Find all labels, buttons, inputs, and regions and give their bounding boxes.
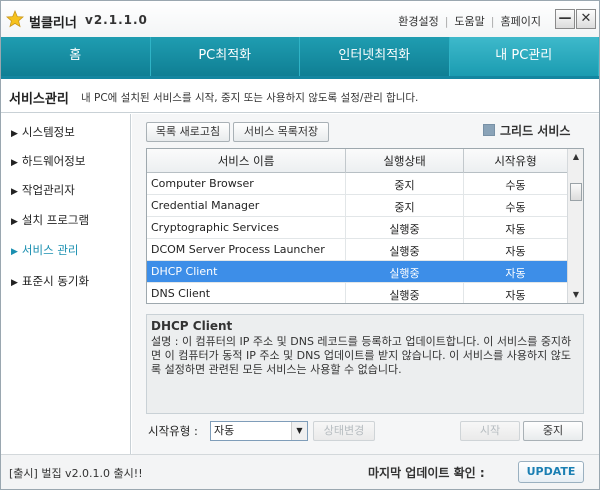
sidebar-item-label: 작업관리자 [21,183,75,197]
column-header-status[interactable]: 실행상태 [346,153,463,169]
status-cell: 실행중 [389,223,420,236]
section-header: 서비스관리 내 PC에 설치된 서비스를 시작, 중지 또는 사용하지 않도록 … [1,79,599,113]
scroll-up-icon[interactable]: ▲ [568,149,583,165]
save-service-list-button[interactable]: 서비스 목록저장 [233,122,329,142]
sidebar: ▶ 시스템정보 ▶ 하드웨어정보 ▶ 작업관리자 ▶ 설치 프로그램 ▶ 서비스 관리 ▶… [1,114,131,454]
settings-link[interactable]: 환경설정 [398,15,438,28]
scroll-thumb[interactable] [570,183,582,201]
tab-pc-optimize[interactable]: PC최적화 [150,37,300,77]
top-links: 환경설정 | 도움말 | 홈페이지 [398,13,541,29]
start-type-select[interactable]: 자동 ▼ [210,421,308,441]
start-service-button[interactable]: 시작 [460,421,520,441]
table-row[interactable]: DCOM Server Process Launcher 실행중 자동 [147,239,567,261]
change-state-button[interactable]: 상태변경 [313,421,375,441]
arrow-right-icon: ▶ [11,158,18,168]
update-button[interactable]: UPDATE [518,461,584,483]
sidebar-item-task-manager[interactable]: ▶ 작업관리자 [11,182,75,198]
selected-service-description: 설명 : 이 컴퓨터의 IP 주소 및 DNS 레코드를 등록하고 업데이트합니… [151,335,572,376]
sidebar-item-label: 설치 프로그램 [21,213,90,227]
close-button[interactable]: ✕ [576,9,596,29]
start-type-cell: 자동 [505,223,526,236]
start-type-value: 자동 [214,424,235,437]
sidebar-item-label: 표준시 동기화 [21,274,90,288]
arrow-right-icon: ▶ [11,247,18,257]
start-type-label: 시작유형 : [148,424,198,438]
homepage-link[interactable]: 홈페이지 [501,15,541,28]
table-row[interactable]: Cryptographic Services 실행중 자동 [147,217,567,239]
app-version: v2.1.1.0 [85,13,148,27]
tab-internet-optimize[interactable]: 인터넷최적화 [300,37,450,77]
arrow-right-icon: ▶ [11,187,18,197]
service-name-cell: DNS Client [151,287,211,300]
table-scrollbar[interactable]: ▲ ▼ [567,149,583,303]
tab-my-pc[interactable]: 내 PC관리 [449,37,599,77]
sidebar-item-system-info[interactable]: ▶ 시스템정보 [11,124,75,140]
table-row[interactable]: Computer Browser 중지 수동 [147,173,567,195]
sidebar-item-hardware-info[interactable]: ▶ 하드웨어정보 [11,153,85,169]
sidebar-item-label: 서비스 관리 [21,243,79,257]
selected-service-name: DHCP Client [151,319,233,333]
arrow-right-icon: ▶ [11,278,18,288]
scroll-down-icon[interactable]: ▼ [568,287,583,303]
status-cell: 중지 [394,179,415,192]
sidebar-item-services[interactable]: ▶ 서비스 관리 [11,242,78,258]
status-cell: 실행중 [389,267,420,280]
section-description: 내 PC에 설치된 서비스를 시작, 중지 또는 사용하지 않도록 설정/관리 … [81,92,419,104]
link-divider: | [444,15,449,28]
service-name-cell: DCOM Server Process Launcher [151,243,325,256]
status-cell: 실행중 [389,245,420,258]
status-cell: 중지 [394,201,415,214]
minimize-button[interactable]: — [555,9,575,29]
grid-service-checkbox[interactable] [483,124,495,136]
table-row[interactable]: DNS Client 실행중 자동 [147,283,567,303]
star-logo-icon [6,10,24,28]
app-window: 벌클리너 v2.1.1.0 환경설정 | 도움말 | 홈페이지 — ✕ 홈 PC최적화 … [0,0,600,490]
app-name: 벌클리너 [29,16,77,31]
service-name-cell: Computer Browser [151,177,254,190]
help-link[interactable]: 도움말 [454,15,484,28]
table-header: 서비스 이름 실행상태 시작유형 [147,149,567,173]
start-type-cell: 자동 [505,289,526,302]
chevron-down-icon[interactable]: ▼ [291,422,307,440]
start-type-cell: 수동 [505,179,526,192]
arrow-right-icon: ▶ [11,217,18,227]
start-type-cell: 자동 [505,245,526,258]
arrow-right-icon: ▶ [11,129,18,139]
link-divider: | [490,15,495,28]
sidebar-item-time-sync[interactable]: ▶ 표준시 동기화 [11,273,89,289]
column-header-start-type[interactable]: 시작유형 [464,153,567,169]
release-notice-link[interactable]: [출시] 벌집 v2.0.1.0 출시!! [9,465,143,481]
services-table: 서비스 이름 실행상태 시작유형 Computer Browser 중지 수동 … [146,148,584,304]
title-bar: 벌클리너 v2.1.1.0 환경설정 | 도움말 | 홈페이지 — ✕ [1,1,599,37]
grid-service-label: 그리드 서비스 [500,124,571,138]
start-type-cell: 수동 [505,201,526,214]
tab-home[interactable]: 홈 [1,37,151,77]
table-row-selected[interactable]: DHCP Client 실행중 자동 [147,261,567,283]
column-header-name[interactable]: 서비스 이름 [147,153,345,169]
service-name-cell: Credential Manager [151,199,260,212]
sidebar-item-label: 하드웨어정보 [21,154,86,168]
last-update-label: 마지막 업데이트 확인 : [368,466,485,480]
refresh-list-button[interactable]: 목록 새로고침 [146,122,230,142]
stop-service-button[interactable]: 중지 [523,421,583,441]
status-bar: [출시] 벌집 v2.0.1.0 출시!! 마지막 업데이트 확인 : UPDA… [1,454,599,489]
section-title: 서비스관리 [9,92,69,107]
service-description-box: DHCP Client 설명 : 이 컴퓨터의 IP 주소 및 DNS 레코드를… [146,314,584,414]
main-tabs: 홈 PC최적화 인터넷최적화 내 PC관리 [1,37,599,77]
start-type-cell: 자동 [505,267,526,280]
sidebar-item-label: 시스템정보 [21,125,75,139]
status-cell: 실행중 [389,289,420,302]
service-name-cell: DHCP Client [151,265,218,278]
sidebar-item-installed-programs[interactable]: ▶ 설치 프로그램 [11,212,89,228]
table-row[interactable]: Credential Manager 중지 수동 [147,195,567,217]
service-name-cell: Cryptographic Services [151,221,279,234]
services-panel: 목록 새로고침 서비스 목록저장 그리드 서비스 서비스 이름 실행상태 시작유… [132,114,599,454]
